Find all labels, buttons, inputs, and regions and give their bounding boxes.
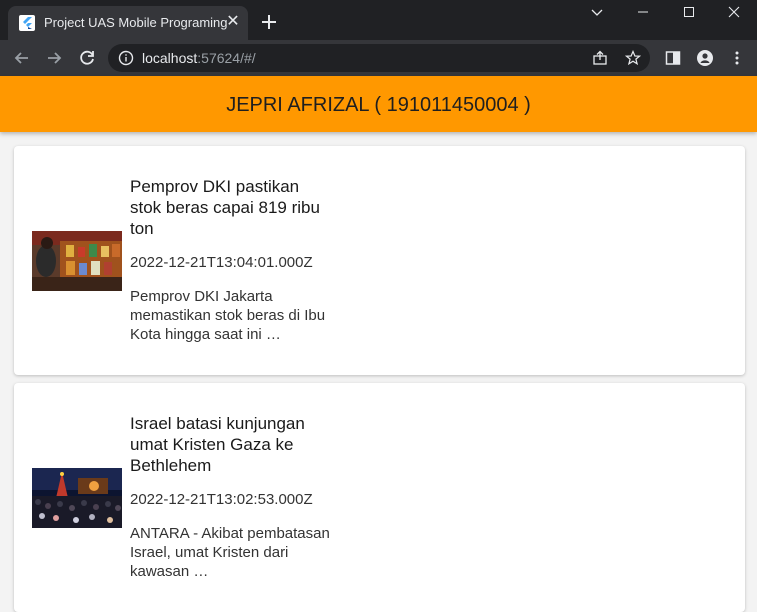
app-bar: JEPRI AFRIZAL ( 191011450004 ): [0, 76, 757, 132]
side-panel-icon[interactable]: [665, 50, 681, 66]
news-date: 2022-12-21T13:02:53.000Z: [130, 491, 313, 508]
news-content: Pemprov DKI pastikan stok beras capai 81…: [130, 176, 330, 344]
news-description: Pemprov DKI Jakarta memastikan stok bera…: [130, 288, 326, 343]
reload-icon[interactable]: [77, 48, 97, 68]
url-host: localhost: [142, 50, 198, 66]
flutter-icon: [19, 15, 35, 31]
news-title: Israel batasi kunjungan umat Kristen Gaz…: [130, 414, 305, 475]
back-icon[interactable]: [12, 48, 32, 68]
forward-icon[interactable]: [44, 48, 64, 68]
app-title: JEPRI AFRIZAL ( 191011450004 ): [226, 94, 531, 116]
browser-tab[interactable]: Project UAS Mobile Programing ✕: [8, 6, 248, 40]
site-info-icon[interactable]: [118, 50, 134, 66]
share-icon[interactable]: [592, 50, 608, 66]
browser-tab-strip: Project UAS Mobile Programing ✕: [0, 0, 757, 40]
url-text[interactable]: localhost:57624/#/: [142, 50, 256, 66]
close-window-icon[interactable]: [711, 0, 757, 24]
news-date: 2022-12-21T13:04:01.000Z: [130, 254, 313, 271]
bookmark-star-icon[interactable]: [625, 50, 641, 66]
profile-avatar-icon[interactable]: [697, 50, 713, 66]
minimize-icon[interactable]: [620, 0, 666, 24]
news-thumbnail: [32, 231, 122, 291]
news-card[interactable]: Pemprov DKI pastikan stok beras capai 81…: [14, 146, 745, 375]
tab-search-icon[interactable]: [574, 0, 620, 24]
news-title: Pemprov DKI pastikan stok beras capai 81…: [130, 177, 320, 238]
address-bar[interactable]: localhost:57624/#/: [108, 44, 650, 72]
maximize-icon[interactable]: [666, 0, 712, 24]
browser-toolbar: localhost:57624/#/: [0, 40, 757, 76]
news-content: Israel batasi kunjungan umat Kristen Gaz…: [130, 413, 330, 581]
tab-close-icon[interactable]: ✕: [224, 13, 242, 31]
news-description: ANTARA - Akibat pembatasan Israel, umat …: [130, 525, 330, 580]
new-tab-icon[interactable]: [258, 11, 280, 33]
news-thumbnail: [32, 468, 122, 528]
url-path: :57624/#/: [197, 50, 256, 66]
tab-title: Project UAS Mobile Programing: [44, 15, 228, 30]
news-card[interactable]: Israel batasi kunjungan umat Kristen Gaz…: [14, 383, 745, 612]
menu-kebab-icon[interactable]: [729, 50, 745, 66]
